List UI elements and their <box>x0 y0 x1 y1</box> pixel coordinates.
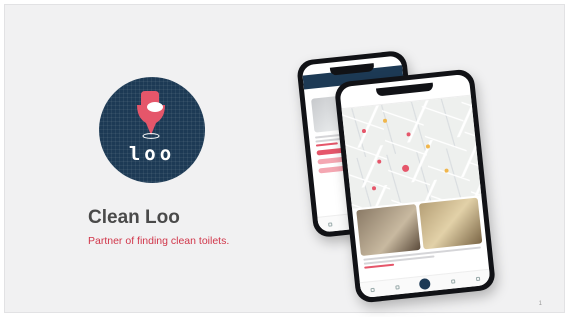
map-pin-icon[interactable] <box>382 118 388 123</box>
clean-loo-logo: loo <box>99 77 205 183</box>
current-location-pin-icon[interactable] <box>401 164 410 173</box>
toilet-icon <box>137 91 165 139</box>
restroom-thumbnail[interactable] <box>418 197 483 250</box>
page-number: 1 <box>538 301 542 307</box>
phone-mockup-front <box>333 68 497 304</box>
map-pin-icon[interactable] <box>425 144 431 149</box>
chat-icon[interactable] <box>451 278 456 284</box>
map-pin-icon[interactable] <box>406 132 411 137</box>
slide: loo Clean Loo Partner of finding clean t… <box>4 4 565 313</box>
app-title: Clean Loo <box>88 207 180 228</box>
map-pin-icon[interactable] <box>377 159 382 164</box>
restroom-thumbnail[interactable] <box>356 204 421 257</box>
map-view[interactable] <box>341 95 482 209</box>
map-pin-icon[interactable] <box>361 128 367 134</box>
search-icon[interactable] <box>419 277 432 291</box>
tab-bar <box>359 268 491 299</box>
map-pin-icon[interactable] <box>371 186 377 191</box>
map-pin-icon[interactable] <box>444 168 449 173</box>
phone-screen-map <box>339 73 491 299</box>
home-icon[interactable] <box>370 287 376 292</box>
profile-icon[interactable] <box>475 276 480 281</box>
logo-wordmark: loo <box>128 143 176 165</box>
app-tagline: Partner of finding clean toilets. <box>88 235 230 247</box>
list-icon[interactable] <box>395 284 400 290</box>
home-icon[interactable] <box>327 221 333 227</box>
